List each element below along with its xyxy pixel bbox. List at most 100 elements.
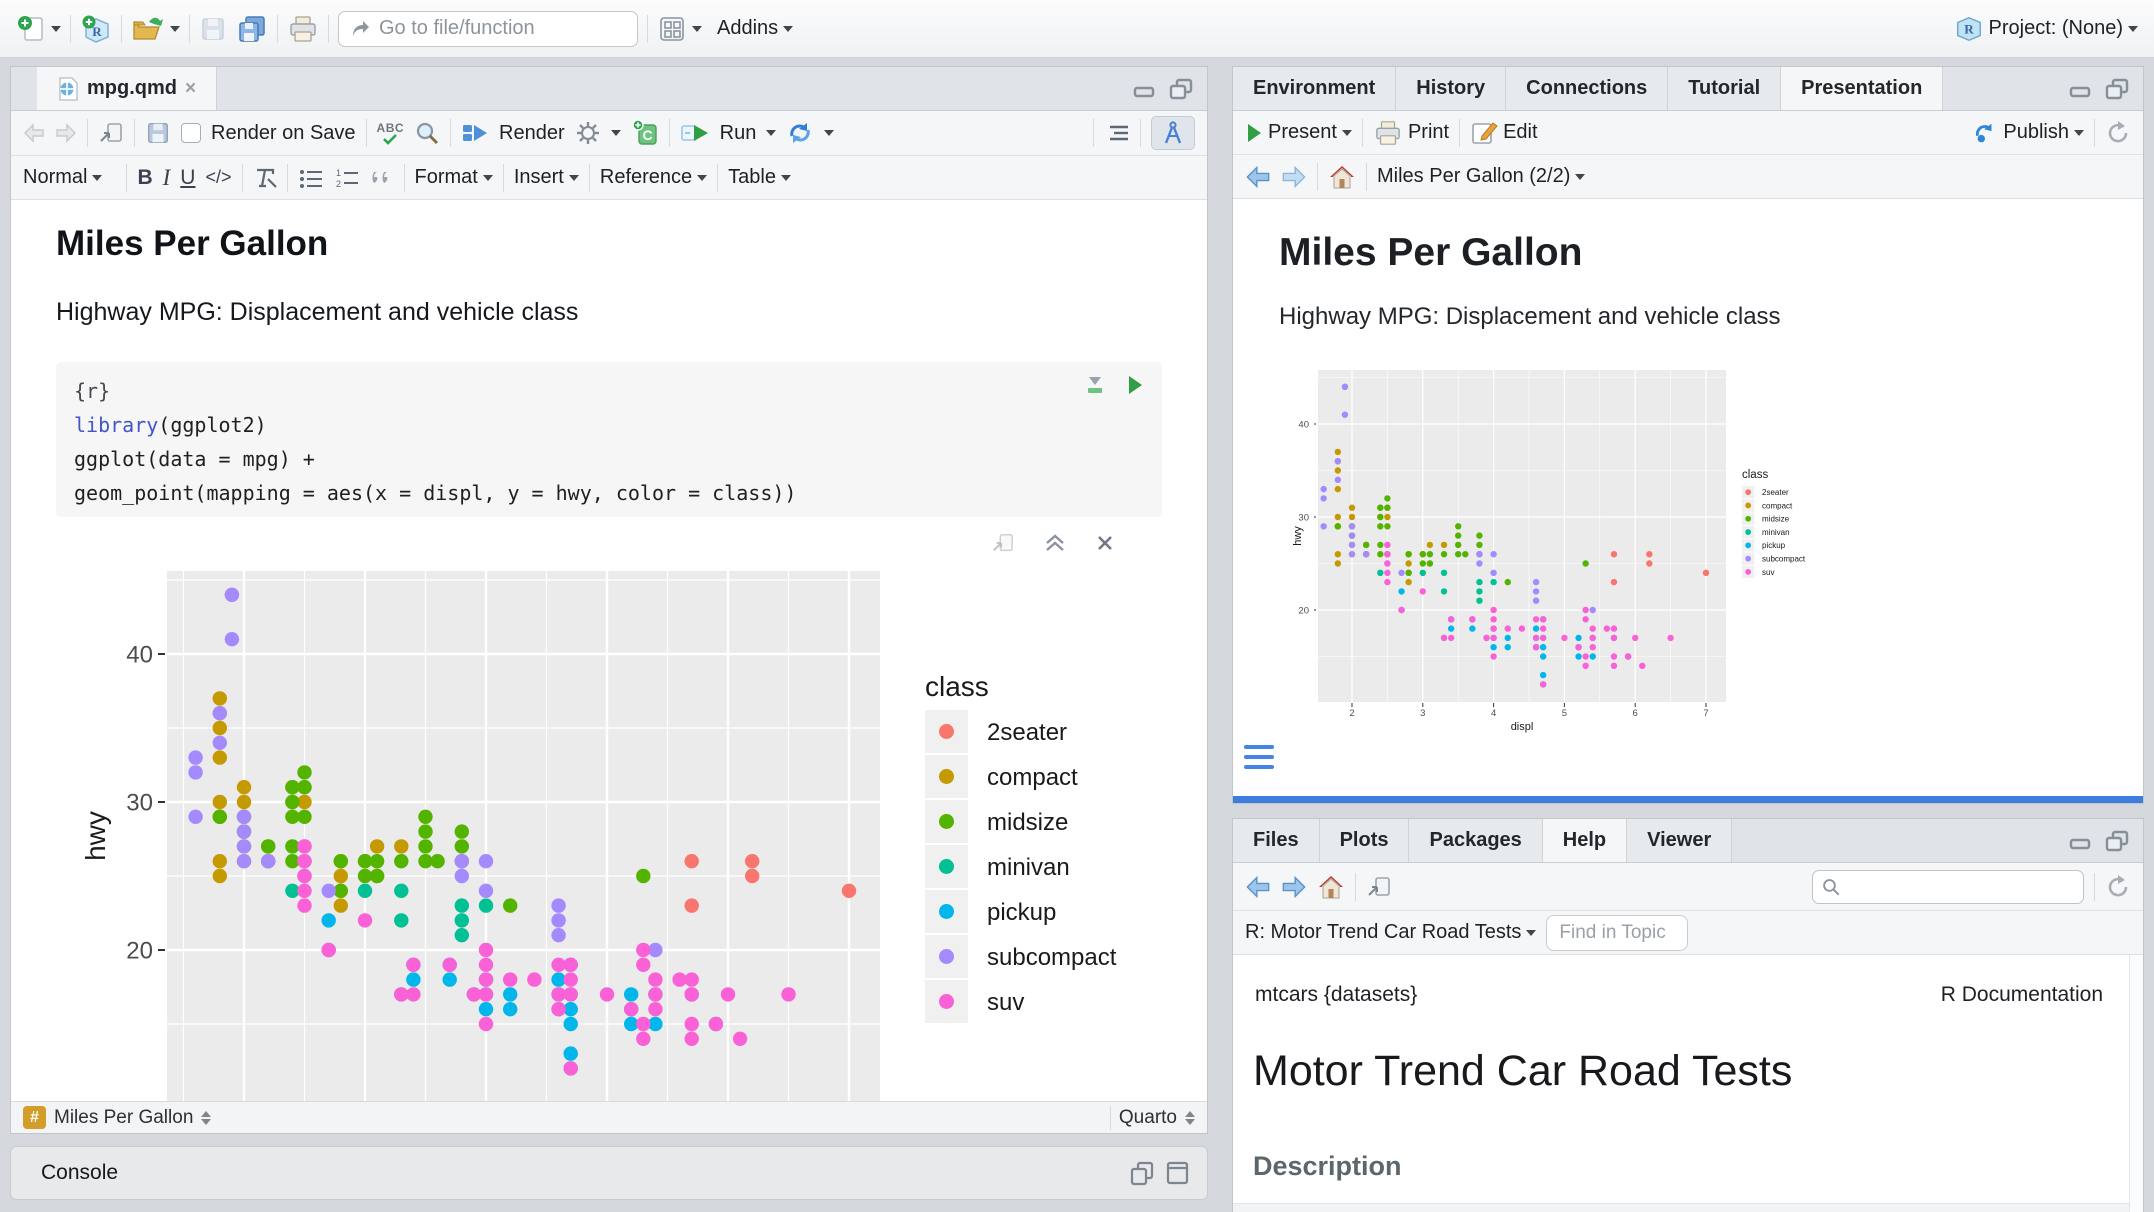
tab-tutorial[interactable]: Tutorial: [1668, 67, 1781, 110]
code-format-button[interactable]: </>: [205, 167, 231, 188]
insert-chunk-icon[interactable]: C: [631, 119, 659, 147]
rerun-icon[interactable]: [786, 120, 814, 146]
addins-button[interactable]: Addins: [717, 17, 793, 40]
tab-presentation[interactable]: Presentation: [1781, 67, 1943, 110]
document-subtitle: Highway MPG: Displacement and vehicle cl…: [56, 298, 578, 327]
run-icon[interactable]: [680, 122, 710, 144]
svg-text:class: class: [925, 671, 989, 702]
console-maximize-icon[interactable]: [1165, 1160, 1189, 1186]
run-button-label[interactable]: Run: [720, 122, 757, 145]
minimize-pane-icon[interactable]: [2069, 832, 2093, 850]
slide-title: Miles Per Gallon: [1279, 231, 1582, 275]
help-document[interactable]: mtcars {datasets} R Documentation Motor …: [1233, 955, 2143, 1212]
edit-presentation-button[interactable]: Edit: [1470, 120, 1537, 146]
save-all-icon[interactable]: [236, 14, 268, 44]
goto-file-input[interactable]: [379, 17, 599, 40]
help-popout-icon[interactable]: [1366, 875, 1392, 899]
render-settings-caret[interactable]: [611, 130, 621, 136]
new-file-button[interactable]: [16, 14, 61, 44]
run-chunks-above-icon[interactable]: [1084, 374, 1106, 396]
render-settings-gear-icon[interactable]: [575, 120, 601, 146]
minimize-pane-icon[interactable]: [2069, 80, 2093, 98]
publish-button[interactable]: Publish: [1972, 120, 2084, 146]
print-icon[interactable]: [287, 14, 319, 44]
open-in-window-icon[interactable]: [98, 121, 124, 145]
blockquote-icon[interactable]: [370, 168, 394, 188]
bold-button[interactable]: B: [137, 166, 152, 190]
bullet-list-icon[interactable]: [298, 168, 324, 188]
outline-toggle-icon[interactable]: [1104, 123, 1130, 143]
tab-packages[interactable]: Packages: [1409, 819, 1542, 862]
maximize-pane-icon[interactable]: [2105, 78, 2129, 100]
save-icon[interactable]: [199, 15, 227, 43]
help-topic-select[interactable]: R: Motor Trend Car Road Tests: [1245, 921, 1536, 944]
goto-file-search[interactable]: [338, 11, 638, 47]
console-pane[interactable]: Console: [10, 1146, 1208, 1200]
italic-button[interactable]: I: [163, 165, 171, 191]
underline-button[interactable]: U: [180, 166, 195, 190]
project-menu-button[interactable]: R Project: (None): [1954, 14, 2139, 44]
document-editor[interactable]: Miles Per Gallon Highway MPG: Displaceme…: [11, 200, 1207, 1101]
render-icon[interactable]: [461, 121, 489, 145]
panes-layout-button[interactable]: [657, 14, 702, 44]
help-scrollbar-vertical[interactable]: [2129, 955, 2143, 1212]
spellcheck-button[interactable]: ABC: [377, 122, 405, 145]
help-back-icon[interactable]: [1245, 875, 1271, 899]
reference-menu[interactable]: Reference: [600, 166, 707, 189]
code-chunk[interactable]: {r}library(ggplot2)ggplot(data = mpg) + …: [56, 362, 1162, 517]
help-search[interactable]: [1812, 870, 2084, 904]
back-icon[interactable]: [23, 123, 45, 143]
numbered-list-icon[interactable]: 1 2: [334, 168, 360, 188]
paragraph-style-select[interactable]: Normal: [23, 166, 102, 189]
slide-forward-icon[interactable]: [1281, 165, 1307, 189]
slide-select[interactable]: Miles Per Gallon (2/2): [1377, 165, 1585, 188]
render-on-save-checkbox[interactable]: [181, 123, 201, 143]
help-refresh-icon[interactable]: [2105, 874, 2131, 900]
outline-updown-icon[interactable]: [201, 1111, 211, 1125]
print-presentation-button[interactable]: Print: [1373, 119, 1449, 147]
slide-menu-icon[interactable]: [1244, 745, 1274, 769]
maximize-pane-icon[interactable]: [1169, 78, 1193, 100]
maximize-pane-icon[interactable]: [2105, 830, 2129, 852]
slide-back-icon[interactable]: [1245, 165, 1271, 189]
tab-plots[interactable]: Plots: [1320, 819, 1410, 862]
find-in-topic-input[interactable]: [1546, 915, 1688, 951]
editor-mode[interactable]: Quarto: [1119, 1107, 1177, 1129]
render-button-label[interactable]: Render: [499, 122, 565, 145]
new-project-button[interactable]: R: [80, 13, 112, 45]
forward-icon[interactable]: [55, 123, 77, 143]
save-doc-icon[interactable]: [145, 120, 171, 146]
table-menu[interactable]: Table: [728, 166, 791, 189]
svg-text:minivan: minivan: [987, 854, 1070, 881]
console-restore-icon[interactable]: [1129, 1160, 1155, 1186]
minimize-pane-icon[interactable]: [1133, 80, 1157, 98]
visual-editor-toggle[interactable]: [1151, 116, 1195, 150]
run-caret[interactable]: [766, 130, 776, 136]
tab-help[interactable]: Help: [1543, 819, 1627, 862]
tab-mpg-qmd[interactable]: mpg.qmd ×: [37, 67, 217, 110]
rerun-caret[interactable]: [824, 130, 834, 136]
mode-updown-icon[interactable]: [1185, 1111, 1195, 1125]
open-file-button[interactable]: [131, 14, 180, 44]
clear-formatting-icon[interactable]: [253, 167, 277, 189]
tab-viewer[interactable]: Viewer: [1627, 819, 1732, 862]
publish-icon: [1972, 120, 1998, 146]
run-chunk-icon[interactable]: [1126, 374, 1144, 396]
tab-files[interactable]: Files: [1233, 819, 1320, 862]
outline-location[interactable]: Miles Per Gallon: [54, 1107, 193, 1129]
home-slide-icon[interactable]: [1328, 163, 1356, 191]
tab-environment[interactable]: Environment: [1233, 67, 1396, 110]
format-menu[interactable]: Format: [415, 166, 493, 189]
insert-menu[interactable]: Insert: [514, 166, 579, 189]
tab-history[interactable]: History: [1396, 67, 1506, 110]
help-home-icon[interactable]: [1317, 873, 1345, 901]
new-file-icon: [16, 14, 46, 44]
tab-connections[interactable]: Connections: [1506, 67, 1668, 110]
refresh-icon[interactable]: [2105, 120, 2131, 146]
help-scrollbar-horizontal[interactable]: [1233, 1203, 2129, 1212]
help-forward-icon[interactable]: [1281, 875, 1307, 899]
present-button[interactable]: Present: [1245, 121, 1352, 144]
find-replace-icon[interactable]: [414, 120, 440, 146]
tab-close-icon[interactable]: ×: [185, 78, 196, 100]
help-search-input[interactable]: [1847, 876, 2067, 898]
